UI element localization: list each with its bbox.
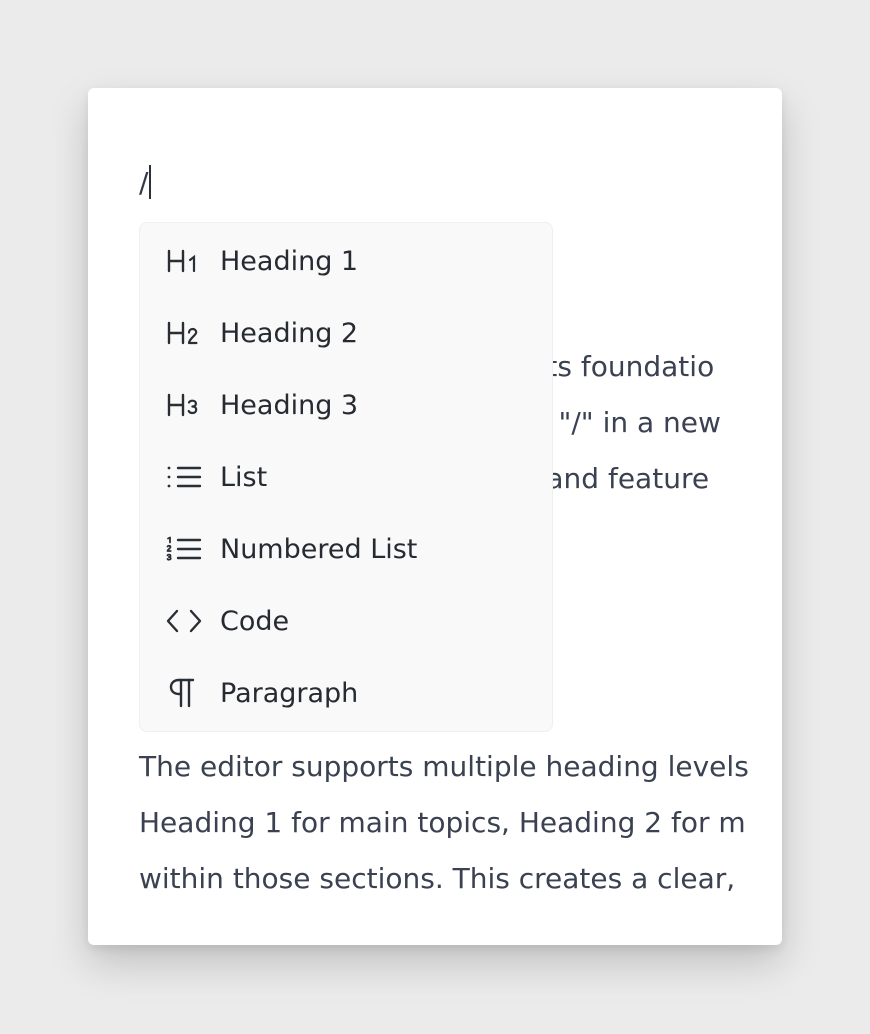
bullet-list-icon xyxy=(166,458,204,496)
slash-command-text: / xyxy=(139,165,149,199)
heading-3-icon xyxy=(166,386,204,424)
menu-item-label: Heading 3 xyxy=(220,389,359,421)
paragraph-line: Heading 1 for main topics, Heading 2 for… xyxy=(139,806,746,839)
menu-item-label: Code xyxy=(220,605,290,637)
heading-2-icon xyxy=(166,314,204,352)
menu-item-label: Heading 1 xyxy=(220,245,359,277)
editor-input-line[interactable]: / xyxy=(139,162,152,202)
paragraph-bottom: The editor supports multiple heading lev… xyxy=(139,739,749,907)
heading-1-icon xyxy=(166,242,204,280)
numbered-list-icon xyxy=(166,530,204,568)
menu-item-label: List xyxy=(220,461,268,493)
editor-card: / as its foundatio ype "/" in a new ols … xyxy=(88,88,782,945)
paragraph-line: The editor supports multiple heading lev… xyxy=(139,750,749,783)
menu-item-heading-1[interactable]: Heading 1 xyxy=(140,225,552,297)
menu-item-heading-2[interactable]: Heading 2 xyxy=(140,297,552,369)
text-caret xyxy=(149,165,152,199)
menu-item-numbered-list[interactable]: Numbered List xyxy=(140,513,552,585)
menu-item-list[interactable]: List xyxy=(140,441,552,513)
menu-item-label: Heading 2 xyxy=(220,317,359,349)
slash-command-menu: Heading 1 Heading 2 Heading 3 List Numbe… xyxy=(139,222,553,732)
paragraph-line: within those sections. This creates a cl… xyxy=(139,862,736,895)
menu-item-label: Numbered List xyxy=(220,533,418,565)
paragraph-icon xyxy=(166,674,204,712)
code-icon xyxy=(166,602,204,640)
menu-item-code[interactable]: Code xyxy=(140,585,552,657)
menu-item-paragraph[interactable]: Paragraph xyxy=(140,657,552,729)
menu-item-label: Paragraph xyxy=(220,677,359,709)
menu-item-heading-3[interactable]: Heading 3 xyxy=(140,369,552,441)
